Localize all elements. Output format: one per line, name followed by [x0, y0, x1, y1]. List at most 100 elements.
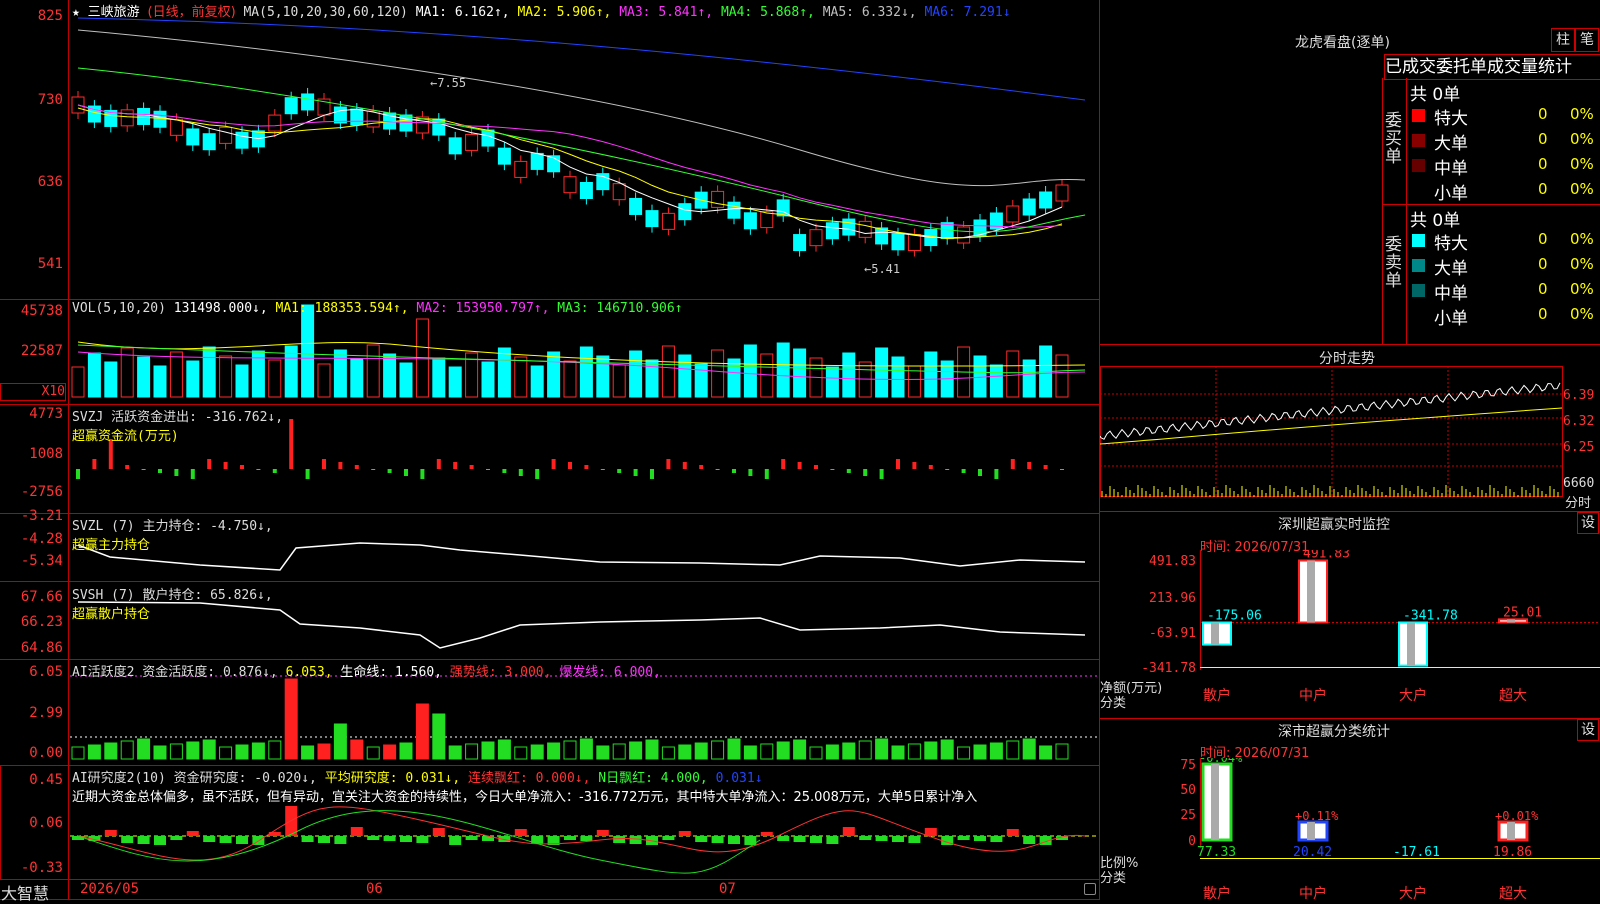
svsh-legend: SVSH (7) 散户持仓: 65.826↓, 超赢散户持仓 [72, 584, 273, 622]
research-bar [1023, 836, 1036, 844]
order-row: 大单 0 0% [1408, 129, 1600, 154]
y-tick-label: 45738 [20, 303, 63, 319]
ma-value-4: MA4: 5.868↑, [720, 5, 823, 20]
y-tick-label: 4773 [29, 406, 63, 422]
activity-bar [137, 738, 151, 760]
brand-logo: 大智慧 [1, 884, 50, 903]
activity-bar [399, 742, 413, 760]
order-row-label: 大单 [1434, 134, 1468, 154]
volume-bar [678, 354, 692, 398]
fund-flow-bar [568, 462, 572, 469]
order-row: 特大 0 0% [1408, 104, 1600, 129]
activity-bar [645, 739, 659, 760]
date-label-may: 2026/05 [80, 881, 140, 897]
y-axis-labels: 825 730 636 541 45738 22587 4773 1008 -2756 -3.21… [0, 0, 66, 900]
monitor-axis-category: 分类 [1100, 696, 1127, 711]
stat-settings-button[interactable]: 设 [1577, 719, 1599, 741]
intraday-chart[interactable] [1100, 366, 1600, 512]
volume-bar [727, 358, 741, 398]
fund-flow-bar [650, 469, 654, 479]
y-tick-label: 825 [37, 8, 63, 24]
volume-bar [169, 351, 183, 398]
fund-flow-bar [994, 469, 999, 479]
activity-bar [907, 743, 921, 760]
research-bar [613, 836, 626, 843]
volume-bar [366, 344, 380, 398]
order-row-label: 小单 [1434, 309, 1468, 329]
candle [497, 147, 511, 165]
candle [514, 160, 528, 178]
trade-mode-button[interactable]: 笔 [1575, 28, 1599, 52]
stat-value-label: 19.86 [1493, 845, 1532, 860]
date-label-jul: 07 [719, 881, 736, 897]
activity-bar [1055, 743, 1069, 760]
monitor-settings-button[interactable]: 设 [1577, 512, 1599, 534]
research-bar [629, 836, 642, 844]
fund-flow-bar [781, 459, 786, 469]
ma-value-6: MA6: 7.291↓ [924, 5, 1011, 20]
activity-bar [973, 744, 987, 760]
fund-flow-bar [797, 462, 802, 469]
svzj-legend: SVZJ 活跃资金进出: -316.762↓, 超赢资金流(万元) [72, 406, 283, 444]
order-row-count: 0 [1538, 255, 1548, 273]
lock-icon[interactable] [1084, 883, 1096, 895]
order-row-percent: 0% [1570, 105, 1594, 123]
kline-chart-area[interactable]: ←7.55 ←5.41 [0, 0, 1100, 900]
fund-flow-bar [453, 462, 458, 469]
fund-flow-bar [518, 469, 523, 476]
stat-bar-chart[interactable]: 75 50 25 0 -0.04% 77.33 +0.11% 20.42 -17.61 +0.01… [1100, 758, 1600, 900]
research-bar [514, 829, 527, 836]
fund-flow-bar [1043, 465, 1048, 469]
monitor-bar-shade [1307, 560, 1315, 623]
monitor-bar-chart[interactable]: 491.83 213.96 -63.91 -341.78 -175.06 491.83 -3… [1100, 550, 1600, 715]
y-tick-label: 0.45 [29, 772, 63, 788]
research-bar [711, 836, 724, 843]
candle [842, 218, 856, 236]
monitor-y-tick: 491.83 [1149, 554, 1196, 569]
stat-category-label: 大户 [1399, 885, 1427, 900]
research-bar [400, 836, 412, 842]
candle [268, 114, 282, 132]
period-mode[interactable]: (日线，前复权) [148, 5, 236, 20]
volume-bar [350, 358, 364, 398]
divider [1382, 204, 1600, 205]
favorite-star-icon[interactable]: ★ [72, 5, 80, 20]
activity-bar [694, 742, 708, 760]
candle [678, 203, 692, 221]
y-tick-label: 730 [37, 92, 63, 108]
y-tick-label: -0.33 [20, 860, 63, 876]
stat-bar-shade [1307, 822, 1315, 840]
divider [1100, 718, 1600, 719]
activity-bar [350, 739, 364, 760]
intraday-avg-line [1100, 407, 1563, 445]
volume-bar [219, 355, 233, 398]
fund-flow-bar [699, 465, 704, 469]
activity-bar [825, 744, 839, 760]
bar-mode-button[interactable]: 柱 [1551, 28, 1575, 52]
tab-order-stats[interactable]: 已成交委托单成交量统计 [1384, 54, 1600, 80]
fund-flow-bar [338, 462, 343, 469]
vol-legend-item: 131498.000↓, [173, 301, 276, 316]
activity-bar [169, 743, 183, 760]
research-bar [236, 836, 248, 844]
research-bar [350, 827, 363, 836]
research-bar [892, 836, 904, 842]
fund-flow-bar [190, 469, 195, 479]
stat-y-tick: 75 [1180, 758, 1196, 773]
activity-bar [743, 745, 757, 760]
y-tick-label: 64.86 [20, 640, 63, 656]
fund-flow-bar [125, 465, 130, 469]
stock-name[interactable]: 三峡旅游 [88, 5, 140, 20]
fund-flow-bar [272, 469, 277, 473]
stat-category-label: 超大 [1499, 886, 1527, 900]
stat-y-tick: 25 [1180, 808, 1196, 823]
activity-bar [661, 746, 675, 760]
research-bar [678, 831, 691, 836]
fund-flow-bar [928, 465, 933, 469]
fund-flow-bar [584, 465, 589, 469]
fund-flow-bar [1010, 459, 1015, 469]
fund-flow-bar [666, 459, 671, 469]
activity-bar [809, 746, 823, 760]
candle [711, 190, 725, 208]
low-price-marker: ←5.41 [864, 262, 900, 276]
